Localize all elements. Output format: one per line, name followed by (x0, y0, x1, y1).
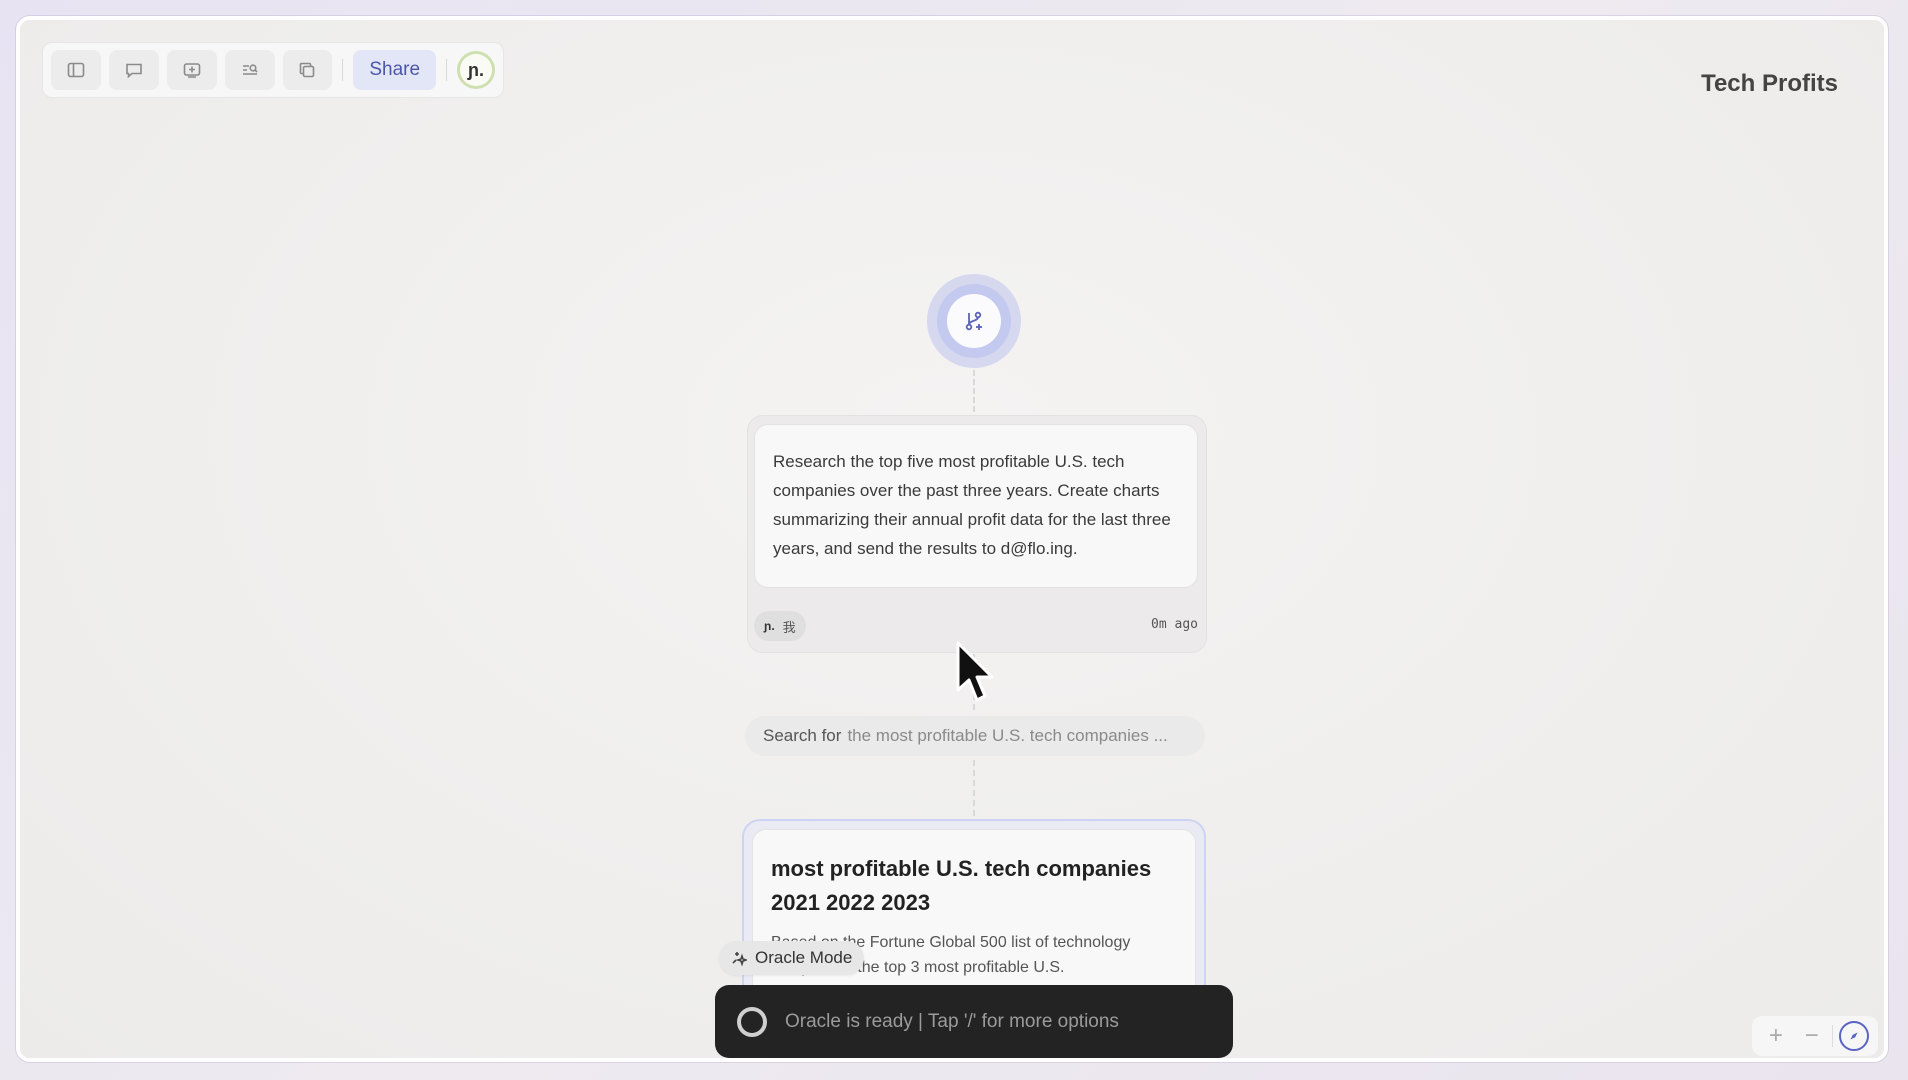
branch-add-icon (965, 311, 982, 331)
page-title[interactable]: Tech Profits (1701, 70, 1838, 98)
start-node-core (947, 294, 1001, 348)
add-frame-button[interactable] (166, 50, 217, 90)
connector-line (973, 760, 975, 816)
prompt-node[interactable]: Research the top five most profitable U.… (747, 415, 1207, 653)
oracle-command-bar[interactable]: Oracle is ready | Tap '/' for more optio… (715, 985, 1233, 1058)
zoom-in-button[interactable]: + (1761, 1022, 1791, 1050)
oracle-status-text: Oracle is ready | Tap '/' for more optio… (785, 1010, 1119, 1032)
oracle-mode-label: Oracle Mode (755, 948, 853, 967)
prompt-timestamp: 0m ago (1151, 617, 1198, 632)
start-node[interactable] (927, 274, 1021, 368)
flow-canvas[interactable]: Share ɲ. Tech Profits Research the top f… (20, 20, 1884, 1058)
author-chip[interactable]: ɲ. 我 (754, 611, 806, 641)
search-list-icon (242, 64, 258, 75)
toolbar-divider (446, 59, 448, 81)
sidebar-icon (67, 62, 85, 78)
toggle-sidebar-button[interactable] (51, 50, 101, 90)
search-query: the most profitable U.S. tech companies … (847, 726, 1168, 745)
top-toolbar: Share ɲ. (42, 42, 504, 98)
user-avatar[interactable]: ɲ. (457, 51, 495, 89)
sparkle-icon (732, 952, 747, 966)
author-label: 我 (782, 619, 796, 635)
zoom-out-button[interactable]: − (1797, 1022, 1827, 1050)
copy-icon (300, 62, 315, 78)
search-list-button[interactable] (224, 50, 275, 90)
compass-icon (1850, 1032, 1858, 1040)
oracle-mode-toggle[interactable]: Oracle Mode (719, 941, 865, 975)
mouse-cursor-icon (956, 641, 994, 702)
copy-button[interactable] (282, 50, 333, 90)
share-button[interactable]: Share (353, 50, 437, 90)
app-window: Share ɲ. Tech Profits Research the top f… (16, 16, 1888, 1062)
oracle-status-icon (737, 1006, 767, 1037)
result-title: most profitable U.S. tech companies 2021… (771, 856, 1152, 915)
toolbar-divider (342, 59, 344, 81)
prompt-text: Research the top five most profitable U.… (754, 424, 1198, 588)
comment-button[interactable] (108, 50, 159, 90)
connector-line (973, 370, 975, 412)
search-prefix: Search for (763, 726, 842, 745)
search-step[interactable]: Search for the most profitable U.S. tech… (745, 716, 1205, 756)
start-node-ring (937, 284, 1011, 358)
author-avatar: ɲ. (764, 619, 775, 633)
zoom-controls: + − (1752, 1016, 1878, 1056)
zoom-divider (1832, 1025, 1834, 1047)
recenter-button[interactable] (1839, 1021, 1870, 1051)
comment-icon (126, 63, 142, 79)
add-frame-icon (183, 63, 200, 78)
